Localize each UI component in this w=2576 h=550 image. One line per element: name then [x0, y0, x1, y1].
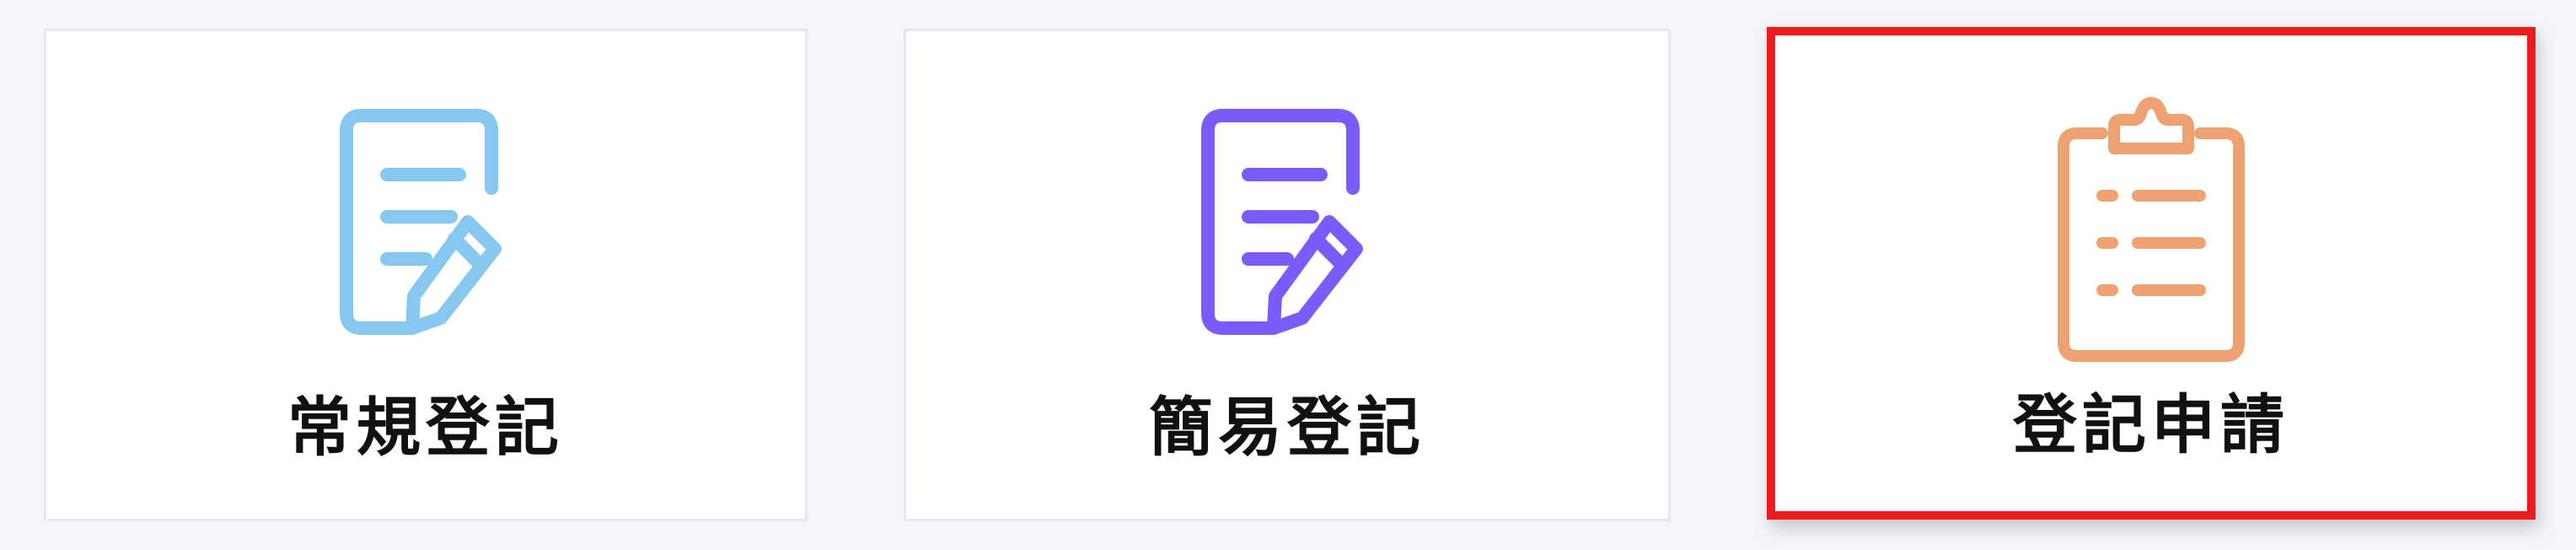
- regular-registration-card[interactable]: 常規登記: [44, 29, 808, 521]
- clipboard-list-icon: [2025, 96, 2278, 366]
- document-edit-icon: [299, 95, 552, 365]
- document-edit-icon: [1161, 95, 1414, 365]
- registration-application-card[interactable]: 登記申請: [1767, 27, 2536, 520]
- registration-options: 常規登記 簡易登記 登記申請: [0, 0, 2576, 550]
- card-label: 常規登記: [287, 390, 564, 465]
- simple-registration-card[interactable]: 簡易登記: [904, 29, 1671, 521]
- card-label: 登記申請: [2013, 387, 2289, 462]
- card-label: 簡易登記: [1149, 390, 1425, 465]
